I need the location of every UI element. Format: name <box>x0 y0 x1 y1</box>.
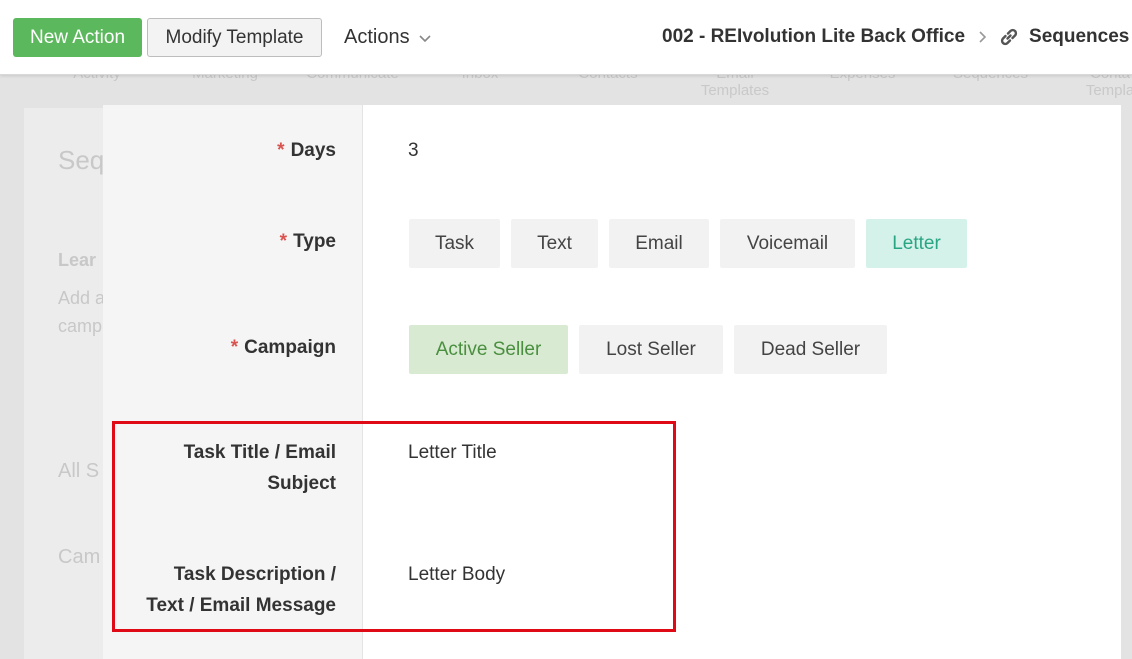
chevron-right-icon <box>979 31 987 43</box>
campaign-option-lost-seller[interactable]: Lost Seller <box>579 325 723 374</box>
bg-text-campaign: Cam <box>58 546 101 568</box>
bg-text-all: All S <box>58 460 100 482</box>
type-label: * Type <box>279 231 336 252</box>
type-option-text[interactable]: Text <box>511 219 598 268</box>
required-marker: * <box>230 337 239 358</box>
bg-text-camp: camp <box>58 316 103 336</box>
required-marker: * <box>277 140 285 161</box>
bg-text-learn: Lear <box>58 250 97 270</box>
bg-text-add: Add a <box>58 288 106 308</box>
campaign-option-dead-seller[interactable]: Dead Seller <box>734 325 887 374</box>
link-icon <box>1000 28 1018 46</box>
task-description-label: Task Description / Text / Email Message <box>146 564 336 616</box>
bg-text-sequences: Seq <box>58 145 105 175</box>
days-label: * Days <box>277 140 336 161</box>
type-option-task[interactable]: Task <box>409 219 500 268</box>
sequence-action-modal: * Days * Type * Campaign Task Title / Email… <box>103 105 1121 659</box>
task-title-label: Task Title / Email Subject <box>183 442 336 494</box>
breadcrumb: 002 - REIvolution Lite Back Office Seque… <box>662 26 1129 48</box>
new-action-button[interactable]: New Action <box>13 18 142 57</box>
actions-dropdown[interactable]: Actions <box>344 26 432 49</box>
days-value[interactable]: 3 <box>408 140 419 162</box>
task-title-value[interactable]: Letter Title <box>408 442 497 464</box>
actions-label: Actions <box>344 26 410 48</box>
breadcrumb-account[interactable]: 002 - REIvolution Lite Back Office <box>662 26 965 48</box>
chevron-down-icon <box>419 34 431 42</box>
campaign-label: * Campaign <box>230 337 336 358</box>
campaign-option-active-seller[interactable]: Active Seller <box>409 325 568 374</box>
type-option-voicemail[interactable]: Voicemail <box>720 219 855 268</box>
breadcrumb-current: Sequences <box>1029 26 1130 47</box>
label-column: * Days * Type * Campaign Task Title / Email… <box>103 105 363 659</box>
type-option-letter[interactable]: Letter <box>866 219 967 268</box>
required-marker: * <box>279 231 288 252</box>
task-description-value[interactable]: Letter Body <box>408 564 505 586</box>
type-option-email[interactable]: Email <box>609 219 709 268</box>
modify-template-button[interactable]: Modify Template <box>147 18 322 57</box>
top-toolbar: New Action Modify Template Actions 002 -… <box>0 0 1132 75</box>
